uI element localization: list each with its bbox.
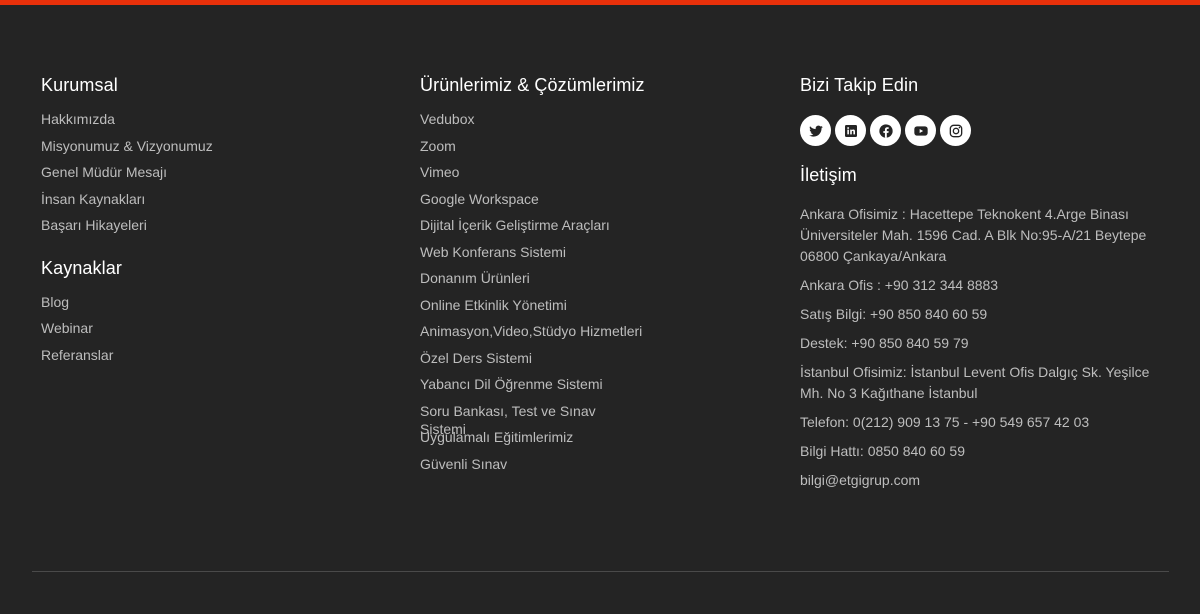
contact-heading: İletişim xyxy=(800,165,857,185)
kurumsal-heading: Kurumsal xyxy=(41,75,118,95)
contact-info: Ankara Ofisimiz : Hacettepe Teknokent 4.… xyxy=(800,204,1160,491)
kaynaklar-links: Blog Webinar Referanslar xyxy=(41,293,371,373)
footer-column-products: Ürünlerimiz & Çözümlerimiz Vedubox Zoom … xyxy=(420,74,750,481)
kaynaklar-heading: Kaynaklar xyxy=(41,257,122,278)
footer-link-donanim[interactable]: Donanım Ürünleri xyxy=(420,269,750,296)
footer-link-soru-bankasi[interactable]: Soru Bankası, Test ve Sınav Sistemi xyxy=(420,402,600,437)
footer-column-follow-contact: Bizi Takip Edin İletişim Ankara Ofisimiz… xyxy=(800,74,1160,499)
follow-heading: Bizi Takip Edin xyxy=(800,75,919,95)
footer-divider xyxy=(32,571,1169,572)
kurumsal-links: Hakkımızda Misyonumuz & Vizyonumuz Genel… xyxy=(41,110,371,243)
footer-column-kurumsal: Kurumsal Hakkımızda Misyonumuz & Vizyonu… xyxy=(41,74,371,372)
footer-link-genel-mudur-mesaji[interactable]: Genel Müdür Mesajı xyxy=(41,163,371,190)
linkedin-icon[interactable] xyxy=(835,115,866,146)
youtube-icon[interactable] xyxy=(905,115,936,146)
products-heading: Ürünlerimiz & Çözümlerimiz xyxy=(420,75,645,95)
footer-link-basari-hikayeleri[interactable]: Başarı Hikayeleri xyxy=(41,216,371,243)
facebook-icon[interactable] xyxy=(870,115,901,146)
footer-link-blog[interactable]: Blog xyxy=(41,293,371,320)
contact-ankara-phone[interactable]: Ankara Ofis : +90 312 344 8883 xyxy=(800,275,1150,296)
footer-link-zoom[interactable]: Zoom xyxy=(420,137,750,164)
contact-info-line[interactable]: Bilgi Hattı: 0850 840 60 59 xyxy=(800,441,1150,462)
social-links xyxy=(800,115,1160,146)
footer-link-ozel-ders[interactable]: Özel Ders Sistemi xyxy=(420,349,750,376)
contact-ankara-address: Ankara Ofisimiz : Hacettepe Teknokent 4.… xyxy=(800,206,1147,264)
footer-link-vimeo[interactable]: Vimeo xyxy=(420,163,750,190)
contact-sales-phone[interactable]: Satış Bilgi: +90 850 840 60 59 xyxy=(800,304,1150,325)
footer-link-google-workspace[interactable]: Google Workspace xyxy=(420,190,750,217)
footer-link-online-etkinlik[interactable]: Online Etkinlik Yönetimi xyxy=(420,296,750,323)
footer-link-referanslar[interactable]: Referanslar xyxy=(41,346,371,373)
instagram-icon[interactable] xyxy=(940,115,971,146)
footer-link-animasyon[interactable]: Animasyon,Video,Stüdyo Hizmetleri xyxy=(420,322,750,349)
footer-link-misyon-vizyon[interactable]: Misyonumuz & Vizyonumuz xyxy=(41,137,371,164)
footer-link-uygulamali-egitim[interactable]: Uygulamalı Eğitimlerimiz xyxy=(420,428,750,455)
footer-link-yabanci-dil[interactable]: Yabancı Dil Öğrenme Sistemi xyxy=(420,375,750,402)
contact-istanbul-address: İstanbul Ofisimiz: İstanbul Levent Ofis … xyxy=(800,364,1150,401)
footer-link-hakkimizda[interactable]: Hakkımızda xyxy=(41,110,371,137)
footer-link-vedubox[interactable]: Vedubox xyxy=(420,110,750,137)
footer-link-dijital-icerik[interactable]: Dijital İçerik Geliştirme Araçları xyxy=(420,216,750,243)
footer-link-insan-kaynaklari[interactable]: İnsan Kaynakları xyxy=(41,190,371,217)
contact-email[interactable]: bilgi@etgigrup.com xyxy=(800,470,1150,491)
twitter-icon[interactable] xyxy=(800,115,831,146)
footer-link-guvenli-sinav[interactable]: Güvenli Sınav xyxy=(420,455,750,482)
top-accent-bar xyxy=(0,0,1200,5)
contact-support-phone[interactable]: Destek: +90 850 840 59 79 xyxy=(800,333,1150,354)
products-links: Vedubox Zoom Vimeo Google Workspace Diji… xyxy=(420,110,750,481)
footer-link-webinar[interactable]: Webinar xyxy=(41,319,371,346)
contact-istanbul-phone[interactable]: Telefon: 0(212) 909 13 75 - +90 549 657 … xyxy=(800,412,1150,433)
footer-link-web-konferans[interactable]: Web Konferans Sistemi xyxy=(420,243,750,270)
